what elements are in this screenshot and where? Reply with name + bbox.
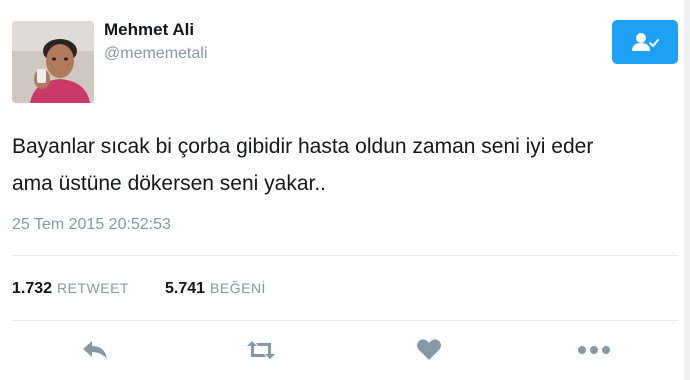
tweet-stats: 1.732 RETWEET 5.741 BEĞENİ — [12, 280, 302, 298]
like-label: BEĞENİ — [210, 280, 266, 296]
tweet-actions — [0, 335, 690, 365]
retweet-count: 1.732 — [12, 280, 53, 297]
more-button[interactable] — [576, 335, 612, 365]
like-stat[interactable]: 5.741 BEĞENİ — [165, 280, 266, 298]
more-icon — [578, 346, 610, 354]
reply-button[interactable] — [78, 335, 112, 365]
like-count: 5.741 — [165, 280, 206, 297]
scroll-edge — [684, 0, 690, 380]
reply-icon — [83, 341, 107, 359]
retweet-stat[interactable]: 1.732 RETWEET — [12, 280, 129, 298]
retweet-icon — [247, 341, 275, 359]
divider — [12, 320, 678, 321]
display-name[interactable]: Mehmet Ali — [104, 20, 194, 40]
user-handle[interactable]: @mememetali — [104, 45, 207, 63]
like-button[interactable] — [413, 335, 445, 365]
retweet-button[interactable] — [243, 335, 279, 365]
avatar[interactable] — [12, 21, 94, 103]
tweet-timestamp[interactable]: 25 Tem 2015 20:52:53 — [12, 216, 171, 234]
divider — [12, 255, 678, 256]
like-icon — [417, 339, 441, 360]
tweet-text-line: Bayanlar sıcak bi çorba gibidir hasta ol… — [12, 135, 594, 158]
following-button[interactable] — [612, 20, 678, 64]
tweet-text-line: ama üstüne dökersen seni yakar.. — [12, 172, 327, 195]
user-check-icon — [632, 33, 659, 51]
tweet-text: Bayanlar sıcak bi çorba gibidir hasta ol… — [12, 128, 672, 202]
avatar-photo — [12, 21, 94, 103]
retweet-label: RETWEET — [57, 280, 129, 296]
tweet-card: Mehmet Ali @mememetali Bayanlar sıcak bi… — [0, 0, 690, 380]
